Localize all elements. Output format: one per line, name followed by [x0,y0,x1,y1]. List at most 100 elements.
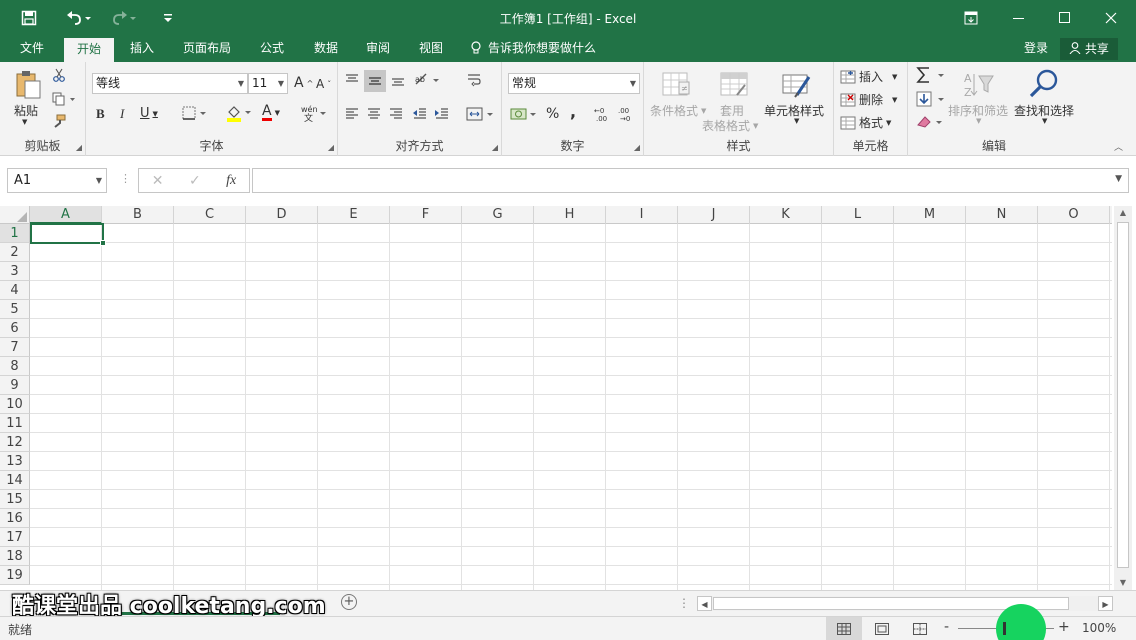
customize-qat-icon[interactable] [158,0,178,36]
vertical-scroll-thumb[interactable] [1117,222,1129,568]
align-center-icon[interactable] [366,106,382,122]
find-select-dropdown-icon[interactable]: ▼ [1042,117,1047,125]
format-as-table-icon[interactable] [716,68,752,102]
italic-button[interactable]: I [120,106,124,122]
tab-review[interactable]: 审阅 [354,36,402,62]
maximize-icon[interactable] [1042,0,1088,36]
insert-function-button[interactable]: fx [226,173,236,189]
login-link[interactable]: 登录 [1024,36,1048,60]
cancel-icon[interactable]: ✕ [152,173,164,189]
zoom-out-button[interactable]: - [944,619,949,635]
column-header-a[interactable]: A [30,206,102,224]
column-header-o[interactable]: O [1038,206,1110,224]
number-format-select[interactable]: 常规 ▼ [508,73,640,94]
column-header-h[interactable]: H [534,206,606,224]
font-name-select[interactable]: 等线 ▼ [92,73,248,94]
formula-input[interactable]: ▼ [252,168,1129,193]
formula-splitter-icon[interactable]: ⋮ [120,172,131,185]
percent-button[interactable]: % [546,106,559,122]
column-header-k[interactable]: K [750,206,822,224]
cell-styles-icon[interactable] [778,68,814,102]
row-header-4[interactable]: 4 [0,281,30,300]
column-header-m[interactable]: M [894,206,966,224]
delete-cells-button[interactable]: 删除 ▼ [840,91,897,108]
column-header-e[interactable]: E [318,206,390,224]
clear-icon[interactable] [916,114,946,130]
row-header-1[interactable]: 1 [0,224,30,243]
decrease-indent-icon[interactable] [412,106,428,122]
format-as-table-button[interactable]: 表格格式 ▼ [702,117,758,134]
normal-view-button[interactable] [826,617,862,640]
increase-indent-icon[interactable] [434,106,450,122]
close-icon[interactable] [1088,0,1134,36]
tab-home[interactable]: 开始 [64,38,114,62]
column-header-j[interactable]: J [678,206,750,224]
scroll-left-icon[interactable]: ◀ [697,596,712,611]
copy-icon[interactable] [52,92,76,106]
row-header-19[interactable]: 19 [0,566,30,585]
row-header-17[interactable]: 17 [0,528,30,547]
comma-button[interactable]: , [570,102,576,121]
decrease-decimal-icon[interactable]: .00 →0 [618,106,636,122]
clipboard-launcher-icon[interactable]: ◢ [76,143,82,152]
page-layout-view-button[interactable] [864,617,900,640]
tab-page-layout[interactable]: 页面布局 [174,36,240,62]
increase-decimal-icon[interactable]: ←0.00 [594,106,612,122]
column-header-g[interactable]: G [462,206,534,224]
zoom-slider-thumb[interactable] [1003,622,1006,635]
column-header-f[interactable]: F [390,206,462,224]
fill-handle[interactable] [100,240,106,246]
tell-me-box[interactable]: 告诉我你想要做什么 [470,36,596,60]
undo-icon[interactable] [58,0,98,36]
phonetic-icon[interactable]: wén 文 [300,104,328,122]
tab-view[interactable]: 视图 [408,36,454,62]
conditional-format-icon[interactable]: ≠ [658,68,694,102]
vertical-scrollbar[interactable]: ▲ ▼ [1114,206,1132,590]
save-icon[interactable] [14,0,44,36]
align-right-icon[interactable] [388,106,404,122]
row-header-3[interactable]: 3 [0,262,30,281]
column-header-d[interactable]: D [246,206,318,224]
row-header-14[interactable]: 14 [0,471,30,490]
font-launcher-icon[interactable]: ◢ [328,143,334,152]
row-header-15[interactable]: 15 [0,490,30,509]
find-select-icon[interactable] [1026,66,1062,102]
merge-center-icon[interactable] [466,106,496,122]
zoom-in-button[interactable]: + [1058,619,1070,635]
conditional-format-button[interactable]: 条件格式 ▼ [650,102,706,119]
tab-splitter-icon[interactable]: ⋮ [678,596,690,610]
orientation-icon[interactable]: ab [414,72,442,88]
column-header-l[interactable]: L [822,206,894,224]
align-bottom-icon[interactable] [390,72,406,88]
enter-icon[interactable]: ✓ [189,173,201,189]
row-header-7[interactable]: 7 [0,338,30,357]
row-header-6[interactable]: 6 [0,319,30,338]
number-launcher-icon[interactable]: ◢ [634,143,640,152]
row-header-18[interactable]: 18 [0,547,30,566]
active-cell-a1[interactable] [30,223,106,246]
fill-color-icon[interactable] [226,104,252,122]
alignment-launcher-icon[interactable]: ◢ [492,143,498,152]
redo-icon[interactable] [104,0,144,36]
align-middle-button[interactable] [364,70,386,92]
align-left-icon[interactable] [344,106,360,122]
horizontal-scrollbar[interactable]: ◀ ▶ [697,596,1113,611]
ribbon-display-icon[interactable] [948,0,994,36]
page-break-view-button[interactable] [902,617,938,640]
grow-font-button[interactable]: A ^ [294,75,313,91]
insert-cells-button[interactable]: 插入 ▼ [840,68,897,85]
share-button[interactable]: 共享 [1060,38,1118,60]
cell-area[interactable] [30,224,1112,590]
paste-dropdown-icon[interactable]: ▼ [22,118,27,126]
format-cells-button[interactable]: 格式 ▼ [840,114,891,131]
scroll-right-icon[interactable]: ▶ [1098,596,1113,611]
paste-icon[interactable] [10,68,46,102]
row-header-8[interactable]: 8 [0,357,30,376]
accounting-format-icon[interactable] [510,106,538,122]
shrink-font-button[interactable]: Aˇ [316,77,331,91]
sort-filter-icon[interactable]: AZ [960,68,996,102]
scroll-up-icon[interactable]: ▲ [1114,206,1132,220]
cell-styles-dropdown-icon[interactable]: ▼ [794,117,799,125]
borders-icon[interactable] [182,106,208,120]
column-header-i[interactable]: I [606,206,678,224]
